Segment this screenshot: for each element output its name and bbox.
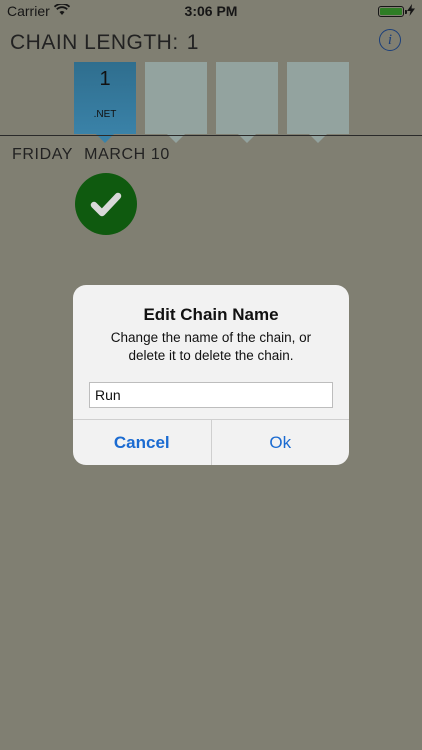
chain-tile-name: .NET	[93, 109, 117, 120]
ok-button[interactable]: Ok	[212, 420, 350, 465]
dialog-title: Edit Chain Name	[143, 305, 279, 324]
chain-tile-empty[interactable]	[287, 62, 349, 143]
chain-strip: 1 .NET	[0, 62, 422, 143]
status-bar: Carrier 3:06 PM	[0, 0, 422, 22]
info-glyph: i	[387, 31, 393, 48]
chain-name-input[interactable]	[89, 382, 333, 408]
chain-length-value: 1	[186, 31, 199, 54]
cancel-button[interactable]: Cancel	[73, 420, 212, 465]
chain-tile-active[interactable]: 1 .NET	[74, 62, 136, 143]
chain-length-label: CHAIN LENGTH:	[10, 31, 179, 54]
dialog-button-row: Cancel Ok	[73, 419, 349, 465]
edit-chain-dialog: Edit Chain Name Change the name of the c…	[73, 285, 349, 465]
dialog-message: Change the name of the chain, or delete …	[110, 330, 312, 363]
battery-icon	[378, 5, 407, 17]
charging-bolt-icon	[407, 3, 415, 19]
info-icon[interactable]: i	[379, 29, 401, 51]
date-month-day: MARCH 10	[84, 146, 170, 163]
date-heading: FRIDAY MARCH 10	[12, 146, 170, 164]
chain-tile-empty[interactable]	[216, 62, 278, 143]
timeline-divider	[0, 135, 422, 136]
battery-level	[380, 7, 402, 15]
status-right	[378, 3, 415, 19]
checkmark-icon[interactable]	[75, 173, 137, 235]
chain-length-header: CHAIN LENGTH: 1	[10, 30, 199, 56]
date-day: FRIDAY	[12, 146, 74, 163]
status-time: 3:06 PM	[184, 3, 238, 19]
chain-tile-count: 1	[99, 68, 111, 90]
chain-tile-empty[interactable]	[145, 62, 207, 143]
